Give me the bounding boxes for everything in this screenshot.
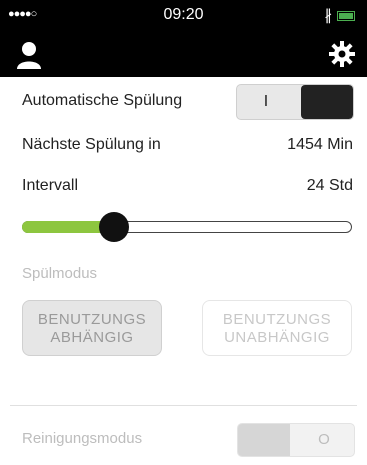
- next-flush-row: Nächste Spülung in 1454 Min: [22, 136, 353, 154]
- interval-row: Intervall 24 Std: [22, 177, 353, 195]
- app-header: [0, 32, 367, 77]
- interval-slider-thumb[interactable]: [99, 212, 130, 242]
- toggle-knob: [238, 424, 290, 456]
- usage-dependent-line2: ABHÄNGIG: [50, 329, 134, 346]
- usage-independent-button[interactable]: BENUTZUNGS UNABHÄNGIG: [202, 300, 352, 356]
- toggle-knob: [301, 85, 353, 119]
- gear-icon[interactable]: [329, 41, 355, 67]
- cleaning-mode-toggle[interactable]: O: [237, 423, 355, 457]
- auto-flush-label: Automatische Spülung: [22, 92, 183, 109]
- cleaning-mode-label: Reinigungsmodus: [22, 430, 143, 447]
- auto-flush-toggle[interactable]: I: [236, 84, 354, 120]
- toggle-on-label: I: [263, 93, 269, 110]
- interval-label: Intervall: [22, 177, 79, 194]
- user-icon[interactable]: [14, 40, 44, 70]
- next-flush-label: Nächste Spülung in: [22, 136, 161, 153]
- battery-icon: [337, 11, 355, 21]
- usage-dependent-button[interactable]: BENUTZUNGS ABHÄNGIG: [22, 300, 162, 356]
- next-flush-value: 1454 Min: [287, 136, 353, 153]
- usage-independent-line2: UNABHÄNGIG: [224, 329, 330, 346]
- bluetooth-icon: ∦: [324, 7, 333, 24]
- status-bar: ●●●●○ 09:20 ∦: [0, 0, 367, 32]
- flush-mode-label: Spülmodus: [22, 265, 98, 282]
- usage-independent-line1: BENUTZUNGS: [222, 311, 332, 328]
- status-time: 09:20: [163, 6, 204, 23]
- interval-value: 24 Std: [306, 177, 353, 194]
- divider: [10, 405, 357, 406]
- toggle-off-label: O: [318, 431, 330, 448]
- usage-dependent-line1: BENUTZUNGS: [37, 311, 147, 328]
